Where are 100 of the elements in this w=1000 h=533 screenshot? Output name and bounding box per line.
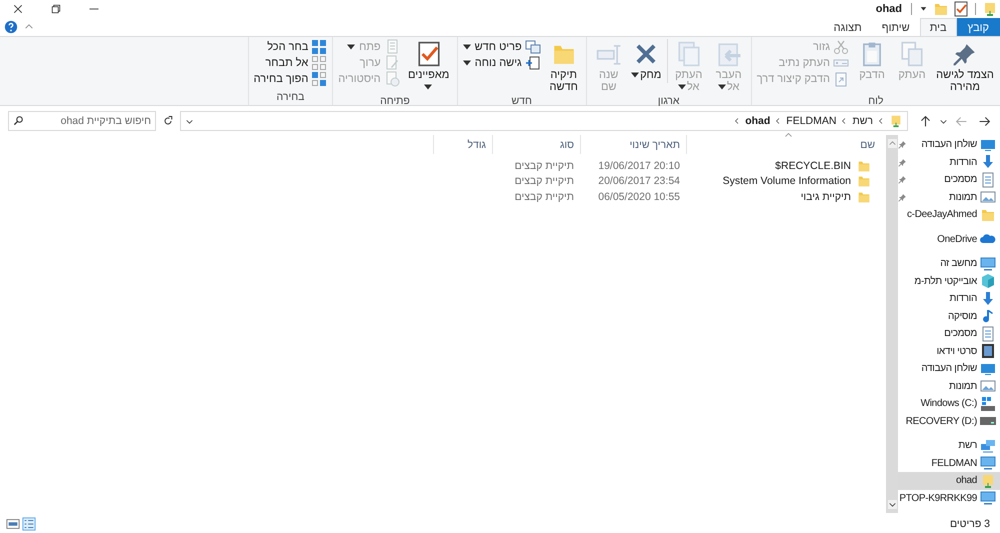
breadcrumb[interactable]: ohad (745, 115, 770, 127)
nav-item[interactable]: c-DeeJayAhmed (898, 206, 1000, 224)
nav-item[interactable]: מסמכים (898, 325, 1000, 342)
column-header[interactable]: שם (686, 135, 881, 154)
ribbon-button[interactable]: תיקיה חדשה (544, 39, 583, 95)
drive-icon (980, 396, 996, 412)
download-icon (980, 154, 996, 170)
computer-icon (980, 455, 996, 472)
shortcut-icon (833, 71, 849, 87)
breadcrumb[interactable]: רשת (852, 115, 873, 127)
file-type: תיקיית קבצים (514, 160, 574, 172)
folder-icon (857, 158, 871, 173)
nav-item[interactable]: תמונות (898, 188, 1000, 206)
file-tab[interactable]: קובץ (956, 18, 1000, 36)
group-label: לוח (867, 95, 884, 109)
up-icon[interactable] (919, 114, 932, 128)
large-icons-view-icon[interactable] (6, 517, 20, 531)
column-header[interactable]: תאריך שינוי (580, 135, 686, 154)
chevron-icon[interactable] (877, 117, 885, 125)
breadcrumb[interactable]: FELDMAN (786, 115, 836, 127)
edit-icon (384, 55, 400, 71)
folder-icon (857, 190, 871, 204)
picture-icon (980, 378, 996, 394)
modified-date: 19/06/2017 20:10 (598, 160, 680, 172)
restore-icon[interactable] (50, 2, 62, 14)
group-label: ארגון (656, 95, 680, 109)
close-icon[interactable] (12, 2, 24, 14)
nav-item[interactable]: FELDMAN (898, 454, 1000, 472)
file-name[interactable]: $RECYCLE.BIN (775, 160, 851, 172)
window-title: ohad (876, 2, 902, 14)
nav-item[interactable]: PTOP-K9RRKK99 (898, 490, 1000, 507)
details-view-icon[interactable] (22, 517, 36, 531)
scissors-icon (833, 39, 849, 55)
nav-item[interactable]: ohad (898, 472, 1000, 490)
network-folder-icon (889, 114, 903, 128)
nav-item[interactable]: שולחן העבודה (898, 136, 1000, 154)
nav-item[interactable]: OneDrive (898, 230, 1000, 248)
shared-folder-icon (980, 472, 996, 489)
move-icon (716, 41, 742, 67)
ribbon-tab[interactable]: תצוגה (824, 18, 872, 36)
ribbon-button[interactable]: מחק (630, 39, 668, 83)
search-icon[interactable] (13, 115, 24, 126)
ribbon-tab[interactable]: שיתוף (872, 18, 920, 36)
network-icon (980, 438, 996, 454)
group-label: בחירה (276, 91, 306, 105)
nav-item[interactable]: אובייקטי תלת-מ (898, 272, 1000, 290)
computer-icon (980, 490, 996, 506)
file-name[interactable]: System Volume Information (722, 175, 851, 188)
ribbon-button[interactable]: הפוך בחירה (252, 71, 330, 87)
new-item-icon (524, 39, 541, 55)
item-count: 3 פריטים (950, 518, 990, 530)
ribbon-button[interactable]: פריט חדש (460, 39, 543, 55)
download-icon (980, 290, 996, 307)
nav-item[interactable]: RECOVERY (D:) (898, 412, 1000, 430)
ribbon-tab[interactable]: בית (920, 18, 957, 36)
nav-item[interactable]: הורדות (898, 154, 1000, 171)
file-type: תיקיית קבצים (514, 190, 574, 203)
group-label: פתיחה (379, 95, 411, 109)
folder-icon (857, 174, 871, 188)
column-header[interactable]: גודל (433, 135, 492, 154)
scrollbar[interactable] (886, 135, 898, 513)
nav-item[interactable]: הורדות (898, 290, 1000, 308)
search-field[interactable]: חיפוש בתיקיית ohad (8, 111, 156, 131)
computer-icon (980, 256, 996, 272)
grid-icon (311, 55, 328, 71)
document-icon (524, 55, 541, 71)
nav-item[interactable]: רשת (898, 437, 1000, 454)
scroll-down-icon[interactable] (888, 500, 896, 509)
nav-item[interactable]: מחשב זה (898, 255, 1000, 272)
grid-icon (311, 71, 328, 87)
copy-icon (899, 41, 925, 67)
film-icon (980, 343, 996, 360)
ribbon-button[interactable]: מאפיינים (404, 39, 454, 95)
modified-date: 06/05/2020 10:55 (598, 190, 680, 203)
nav-item[interactable]: תמונות (898, 378, 1000, 395)
ribbon-button[interactable]: הצמד לגישה מהירה (933, 39, 997, 95)
ribbon-button[interactable]: גישה נוחה (460, 55, 543, 71)
picture-icon (980, 189, 996, 206)
help-icon[interactable] (4, 20, 18, 34)
refresh-icon[interactable] (162, 115, 174, 127)
cube-icon (980, 273, 996, 290)
sort-caret-icon (784, 132, 793, 138)
music-icon (980, 308, 996, 324)
properties-icon[interactable] (953, 0, 969, 16)
scroll-up-icon[interactable] (888, 139, 896, 148)
ribbon-button[interactable]: אל תבחר (252, 55, 330, 71)
back-icon[interactable] (978, 114, 991, 128)
history-icon (384, 71, 400, 87)
ribbon-button[interactable]: בחר הכל (252, 39, 330, 55)
nav-item[interactable]: מסמכים (898, 171, 1000, 188)
column-header[interactable]: סוג (492, 135, 580, 154)
collapse-ribbon-icon[interactable] (24, 23, 34, 30)
file-type: תיקיית קבצים (514, 175, 574, 188)
file-name[interactable]: תיקיית גיבוי (800, 190, 851, 203)
network-folder-icon (982, 0, 998, 16)
nav-item[interactable]: מוסיקה (898, 308, 1000, 325)
nav-item[interactable]: שולחן העבודה (898, 360, 1000, 378)
nav-item[interactable]: Windows (C:) (898, 395, 1000, 412)
nav-item[interactable]: סרטי וידאו (898, 342, 1000, 360)
group-label: חדש (510, 95, 533, 109)
